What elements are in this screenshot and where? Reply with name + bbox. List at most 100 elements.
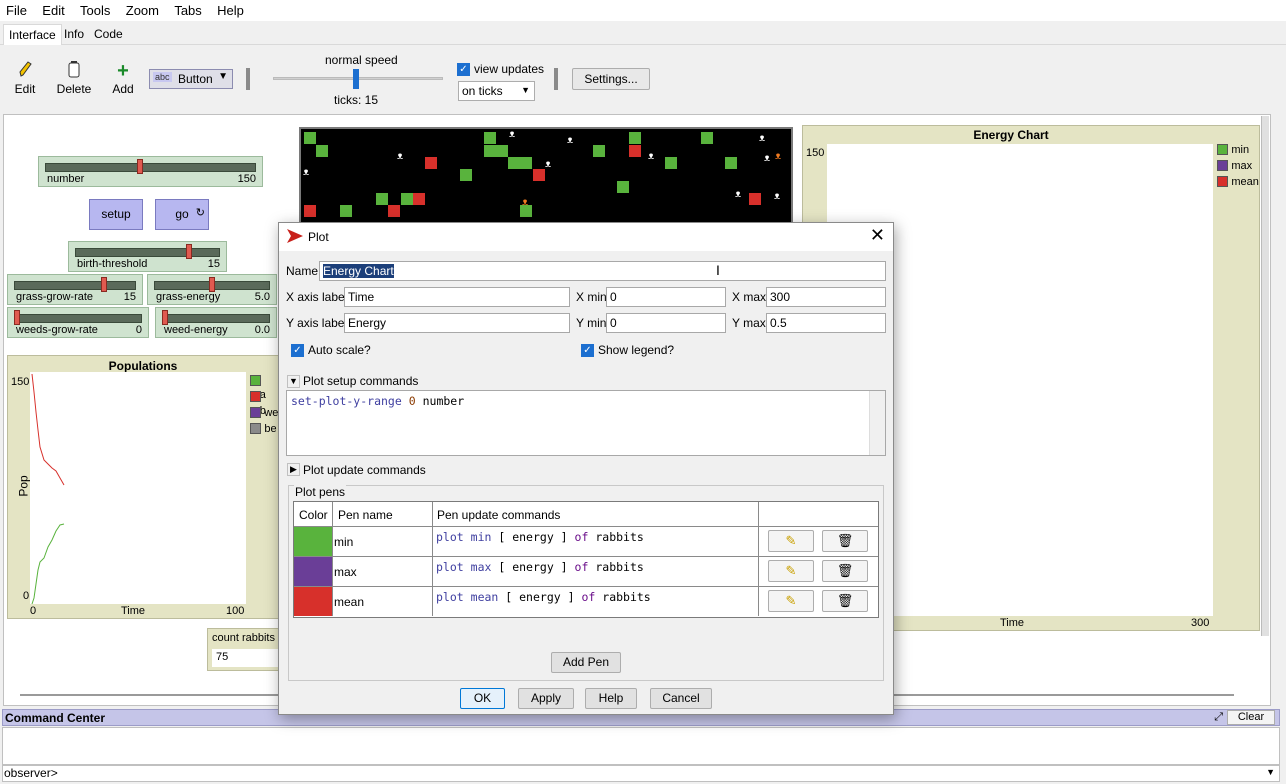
code-token: max <box>470 560 492 574</box>
number-slider[interactable]: number 150 <box>38 156 263 187</box>
code-token: rabbits <box>595 530 644 544</box>
x-max-input[interactable]: 300 <box>766 287 886 307</box>
pen-update-command[interactable]: plot min [ energy ] of rabbits <box>436 530 644 544</box>
pen-color-swatch[interactable] <box>294 557 332 586</box>
widget-type-select[interactable]: abc Button ▼ <box>149 69 233 89</box>
x-axis-label-input[interactable]: Time <box>344 287 570 307</box>
show-legend-checkbox[interactable]: ✓ <box>581 344 594 357</box>
observer-prompt[interactable]: observer> <box>3 766 58 780</box>
plot-title: Energy Chart <box>973 128 1049 142</box>
col-divider <box>332 557 333 586</box>
col-divider <box>432 587 433 616</box>
weeds-grow-rate-slider[interactable]: weeds-grow-rate 0 <box>7 307 149 338</box>
col-color-header: Color <box>299 508 328 522</box>
pen-color-swatch[interactable] <box>294 527 332 556</box>
pen-row[interactable]: mean plot mean [ energy ] of rabbits ✎ 🗑 <box>294 586 878 616</box>
legend-label: be <box>264 423 277 435</box>
col-divider <box>758 587 759 616</box>
pen-row[interactable]: min plot min [ energy ] of rabbits ✎ 🗑 <box>294 526 878 556</box>
expand-arrow-icon[interactable]: ▶ <box>287 463 300 476</box>
plot-xmin: 0 <box>30 605 37 617</box>
tab-code[interactable]: Code <box>89 24 128 45</box>
plot-ylabel: Pop <box>16 475 31 497</box>
y-axis-label-input[interactable]: Energy <box>344 313 570 333</box>
editor-scrollbar[interactable] <box>869 391 885 455</box>
menu-zoom[interactable]: Zoom <box>120 0 165 18</box>
slider-knob[interactable] <box>162 310 168 325</box>
y-min-input[interactable]: 0 <box>606 313 726 333</box>
pen-update-command[interactable]: plot max [ energy ] of rabbits <box>436 560 644 574</box>
pen-row[interactable]: max plot max [ energy ] of rabbits ✎ 🗑 <box>294 556 878 586</box>
weed-patch <box>533 169 545 181</box>
auto-scale-label: Auto scale? <box>308 343 371 357</box>
setup-commands-editor[interactable]: set-plot-y-range 0 number <box>286 390 886 456</box>
slider-knob[interactable] <box>137 159 144 174</box>
col-divider <box>758 502 759 526</box>
slider-track <box>75 248 220 257</box>
slider-knob[interactable] <box>209 277 215 292</box>
settings-button[interactable]: Settings... <box>572 68 650 90</box>
slider-knob[interactable] <box>101 277 107 292</box>
slider-track <box>14 281 136 290</box>
grass-energy-slider[interactable]: grass-energy 5.0 <box>147 274 277 305</box>
edit-button[interactable]: Edit <box>10 60 40 96</box>
edit-pen-button[interactable]: ✎ <box>768 590 814 612</box>
clear-button[interactable]: Clear <box>1227 710 1275 725</box>
x-max-label: X max <box>732 290 767 304</box>
menu-tools[interactable]: Tools <box>74 0 116 18</box>
edit-pen-button[interactable]: ✎ <box>768 560 814 582</box>
auto-scale-checkbox[interactable]: ✓ <box>291 344 304 357</box>
slider-label: number <box>47 173 85 185</box>
tab-interface[interactable]: Interface <box>3 24 62 45</box>
view-updates-checkbox[interactable]: ✓ <box>457 63 470 76</box>
delete-pen-button[interactable]: 🗑 <box>822 560 868 582</box>
expand-icon[interactable]: ⤢ <box>1214 711 1223 724</box>
legend-label: max <box>1231 160 1253 172</box>
apply-button[interactable]: Apply <box>518 688 574 709</box>
add-pen-button[interactable]: Add Pen <box>551 652 621 673</box>
pen-update-command[interactable]: plot mean [ energy ] of rabbits <box>436 590 651 604</box>
menu-tabs[interactable]: Tabs <box>168 0 207 18</box>
slider-knob[interactable] <box>14 310 20 325</box>
setup-button[interactable]: setup <box>89 199 143 230</box>
menu-help[interactable]: Help <box>211 0 250 18</box>
col-divider <box>432 502 433 526</box>
speed-slider-knob[interactable] <box>353 69 359 89</box>
slider-knob[interactable] <box>186 244 193 259</box>
menu-edit[interactable]: Edit <box>36 0 70 18</box>
name-input[interactable]: Energy Chart <box>319 261 886 281</box>
slider-label: weeds-grow-rate <box>16 324 98 336</box>
col-divider <box>332 587 333 616</box>
delete-pen-button[interactable]: 🗑 <box>822 590 868 612</box>
menu-file[interactable]: File <box>0 0 33 18</box>
command-input-line[interactable]: observer> ▼ <box>2 765 1280 782</box>
go-button[interactable]: go ↻ <box>155 199 209 230</box>
plot-ymin: 0 <box>23 590 30 602</box>
view-updates-label: view updates <box>474 62 545 76</box>
workspace-vertical-scrollbar[interactable] <box>1261 116 1269 636</box>
slider-track <box>162 314 270 323</box>
close-icon[interactable]: ✕ <box>870 225 885 246</box>
grass-grow-rate-slider[interactable]: grass-grow-rate 15 <box>7 274 143 305</box>
go-label: go <box>175 207 189 221</box>
help-button[interactable]: Help <box>585 688 637 709</box>
x-min-input[interactable]: 0 <box>606 287 726 307</box>
col-name-header: Pen name <box>338 508 393 522</box>
edit-pen-button[interactable]: ✎ <box>768 530 814 552</box>
pen-color-swatch[interactable] <box>294 587 332 616</box>
grass-patch <box>484 145 496 157</box>
delete-button[interactable]: Delete <box>56 60 92 96</box>
birth-threshold-slider[interactable]: birth-threshold 15 <box>68 241 227 272</box>
tab-info[interactable]: Info <box>59 24 89 45</box>
world-view[interactable]: ᴥ ᴥ ᴥ ᴥ ᴥ ᴥ ᴥ ᴥ ᴥ ᴥ ᴥ ᴥ <box>299 127 793 227</box>
chevron-down-icon[interactable]: ▼ <box>1266 767 1275 777</box>
collapse-arrow-icon[interactable]: ▼ <box>287 375 300 388</box>
delete-pen-button[interactable]: 🗑 <box>822 530 868 552</box>
ok-button[interactable]: OK <box>460 688 505 709</box>
weed-energy-slider[interactable]: weed-energy 0.0 <box>155 307 277 338</box>
trash-icon: 🗑 <box>836 533 854 548</box>
update-mode-select[interactable]: on ticks ▼ <box>458 81 535 101</box>
y-max-input[interactable]: 0.5 <box>766 313 886 333</box>
add-button[interactable]: + Add <box>110 60 136 96</box>
cancel-button[interactable]: Cancel <box>650 688 712 709</box>
